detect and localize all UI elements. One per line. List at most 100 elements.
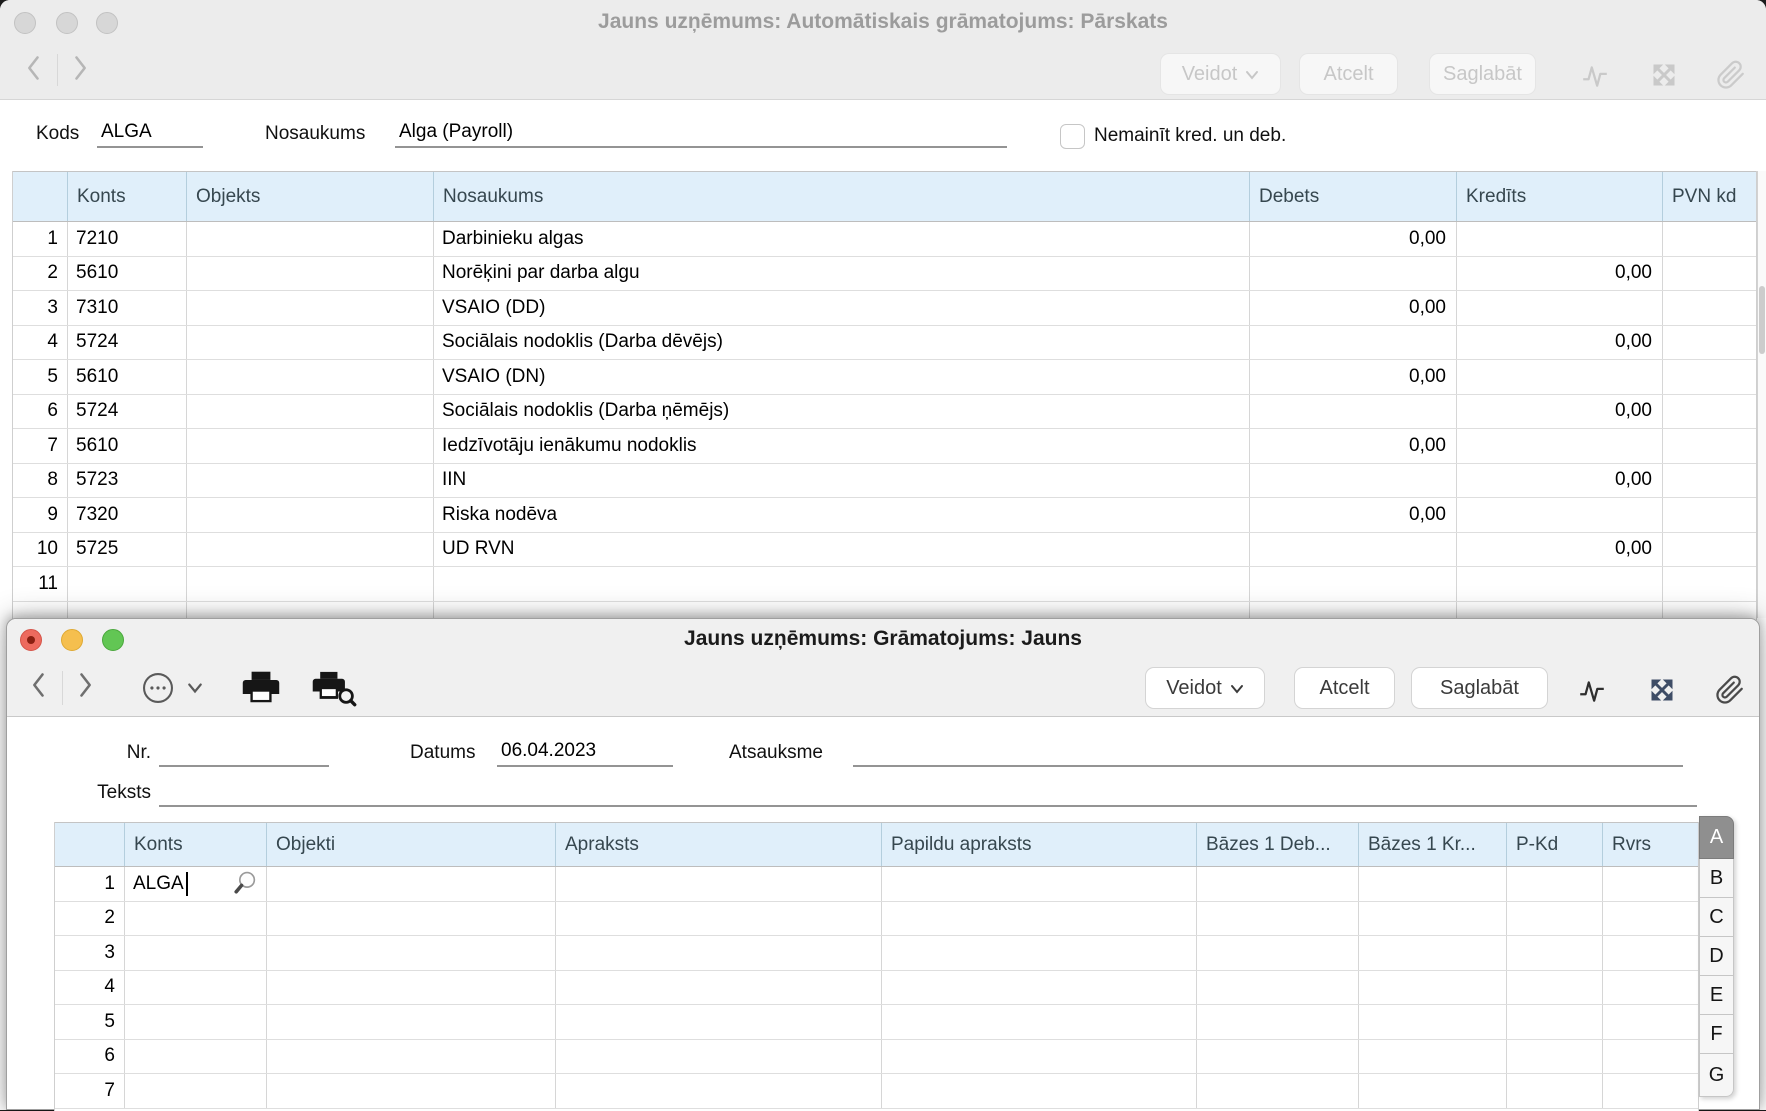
cell-bazes-1-deb[interactable]: [1197, 1040, 1359, 1074]
cell-konts[interactable]: 5723: [68, 464, 187, 498]
forward-button[interactable]: [62, 52, 98, 88]
cell-p-kd[interactable]: [1507, 867, 1603, 901]
cell-konts[interactable]: 7320: [68, 498, 187, 532]
cell-pvn-kd[interactable]: [1663, 533, 1757, 567]
flip-tab-a[interactable]: A: [1699, 816, 1734, 859]
atcelt-button[interactable]: Atcelt: [1299, 53, 1398, 95]
cell-bazes-1-deb[interactable]: [1197, 971, 1359, 1005]
saglabat-button[interactable]: Saglabāt: [1429, 53, 1536, 95]
atsauksme-field[interactable]: [853, 735, 1683, 767]
paperclip-icon[interactable]: [1716, 59, 1746, 91]
cell-objekts[interactable]: [187, 291, 434, 325]
cell-nosaukums[interactable]: Darbinieku algas: [434, 222, 1250, 256]
cell-debets[interactable]: 0,00: [1250, 498, 1457, 532]
cell-p-kd[interactable]: [1507, 971, 1603, 1005]
cell-p-kd[interactable]: [1507, 1005, 1603, 1039]
flip-tab-c[interactable]: C: [1699, 898, 1734, 937]
cell-konts[interactable]: 5724: [68, 326, 187, 360]
cell-konts[interactable]: [125, 1074, 267, 1108]
cell-apraksts[interactable]: [556, 902, 882, 936]
circled-ellipsis-icon[interactable]: [141, 671, 175, 705]
cell-kredits[interactable]: 0,00: [1457, 326, 1663, 360]
cell-objekts[interactable]: [187, 533, 434, 567]
cell-debets[interactable]: 0,00: [1250, 360, 1457, 394]
kods-field[interactable]: ALGA: [97, 116, 203, 148]
row-number-cell[interactable]: 9: [13, 498, 68, 532]
cell-kredits[interactable]: [1457, 567, 1663, 601]
cell-bazes-1-deb[interactable]: [1197, 902, 1359, 936]
cell-p-kd[interactable]: [1507, 1040, 1603, 1074]
cell-konts[interactable]: [125, 1040, 267, 1074]
cell-objekts[interactable]: [187, 326, 434, 360]
cell-konts[interactable]: ALGA: [125, 867, 267, 901]
expand-arrows-icon[interactable]: [1650, 61, 1678, 89]
cell-kredits[interactable]: 0,00: [1457, 257, 1663, 291]
cell-bazes-1-deb[interactable]: [1197, 867, 1359, 901]
cell-p-kd[interactable]: [1507, 936, 1603, 970]
cell-rvrs[interactable]: [1603, 1040, 1699, 1074]
flip-tab-g[interactable]: G: [1699, 1054, 1734, 1097]
cell-papildu-apraksts[interactable]: [882, 936, 1197, 970]
cell-objekti[interactable]: [267, 936, 556, 970]
cell-objekti[interactable]: [267, 1040, 556, 1074]
row-number-cell[interactable]: 7: [55, 1074, 125, 1108]
nosaukums-field[interactable]: Alga (Payroll): [395, 116, 1007, 148]
row-number-cell[interactable]: 4: [55, 971, 125, 1005]
chevron-down-icon[interactable]: [187, 682, 203, 694]
cell-p-kd[interactable]: [1507, 902, 1603, 936]
row-number-cell[interactable]: 4: [13, 326, 68, 360]
cell-objekts[interactable]: [187, 429, 434, 463]
cell-pvn-kd[interactable]: [1663, 498, 1757, 532]
cell-kredits[interactable]: 0,00: [1457, 395, 1663, 429]
cell-rvrs[interactable]: [1603, 1074, 1699, 1108]
cell-objekti[interactable]: [267, 902, 556, 936]
cell-debets[interactable]: [1250, 257, 1457, 291]
cell-konts[interactable]: [125, 1005, 267, 1039]
cell-konts[interactable]: [125, 971, 267, 1005]
cell-bazes-1-deb[interactable]: [1197, 1005, 1359, 1039]
cell-kredits[interactable]: [1457, 291, 1663, 325]
vertical-scrollbar[interactable]: [1757, 171, 1766, 618]
cell-p-kd[interactable]: [1507, 1074, 1603, 1108]
cell-konts[interactable]: [125, 936, 267, 970]
cell-bazes-1-kr[interactable]: [1359, 1005, 1507, 1039]
flip-tab-e[interactable]: E: [1699, 976, 1734, 1015]
cell-debets[interactable]: 0,00: [1250, 222, 1457, 256]
row-number-cell[interactable]: 6: [13, 395, 68, 429]
cell-papildu-apraksts[interactable]: [882, 1074, 1197, 1108]
row-number-cell[interactable]: 6: [55, 1040, 125, 1074]
pulse-line-icon[interactable]: [1577, 676, 1607, 706]
cell-pvn-kd[interactable]: [1663, 395, 1757, 429]
cell-debets[interactable]: [1250, 326, 1457, 360]
veidot-button[interactable]: Veidot: [1145, 667, 1265, 709]
cell-debets[interactable]: [1250, 395, 1457, 429]
cell-objekts[interactable]: [187, 395, 434, 429]
cell-pvn-kd[interactable]: [1663, 257, 1757, 291]
cell-debets[interactable]: [1250, 464, 1457, 498]
cell-rvrs[interactable]: [1603, 936, 1699, 970]
cell-objekti[interactable]: [267, 971, 556, 1005]
cell-apraksts[interactable]: [556, 1074, 882, 1108]
cell-objekts[interactable]: [187, 222, 434, 256]
cell-apraksts[interactable]: [556, 971, 882, 1005]
row-number-cell[interactable]: 3: [13, 291, 68, 325]
row-number-cell[interactable]: 7: [13, 429, 68, 463]
cell-rvrs[interactable]: [1603, 902, 1699, 936]
cell-bazes-1-kr[interactable]: [1359, 867, 1507, 901]
cell-konts[interactable]: [68, 567, 187, 601]
cell-konts[interactable]: 7310: [68, 291, 187, 325]
cell-objekti[interactable]: [267, 867, 556, 901]
flip-tab-f[interactable]: F: [1699, 1015, 1734, 1054]
row-number-cell[interactable]: 5: [55, 1005, 125, 1039]
cell-kredits[interactable]: [1457, 429, 1663, 463]
cell-nosaukums[interactable]: Riska nodēva: [434, 498, 1250, 532]
back-button[interactable]: [16, 52, 52, 88]
cell-pvn-kd[interactable]: [1663, 291, 1757, 325]
cell-bazes-1-kr[interactable]: [1359, 971, 1507, 1005]
cell-bazes-1-kr[interactable]: [1359, 1040, 1507, 1074]
cell-papildu-apraksts[interactable]: [882, 902, 1197, 936]
cell-nosaukums[interactable]: Sociālais nodoklis (Darba ņēmējs): [434, 395, 1250, 429]
cell-bazes-1-kr[interactable]: [1359, 936, 1507, 970]
cell-pvn-kd[interactable]: [1663, 326, 1757, 360]
row-number-cell[interactable]: 11: [13, 567, 68, 601]
